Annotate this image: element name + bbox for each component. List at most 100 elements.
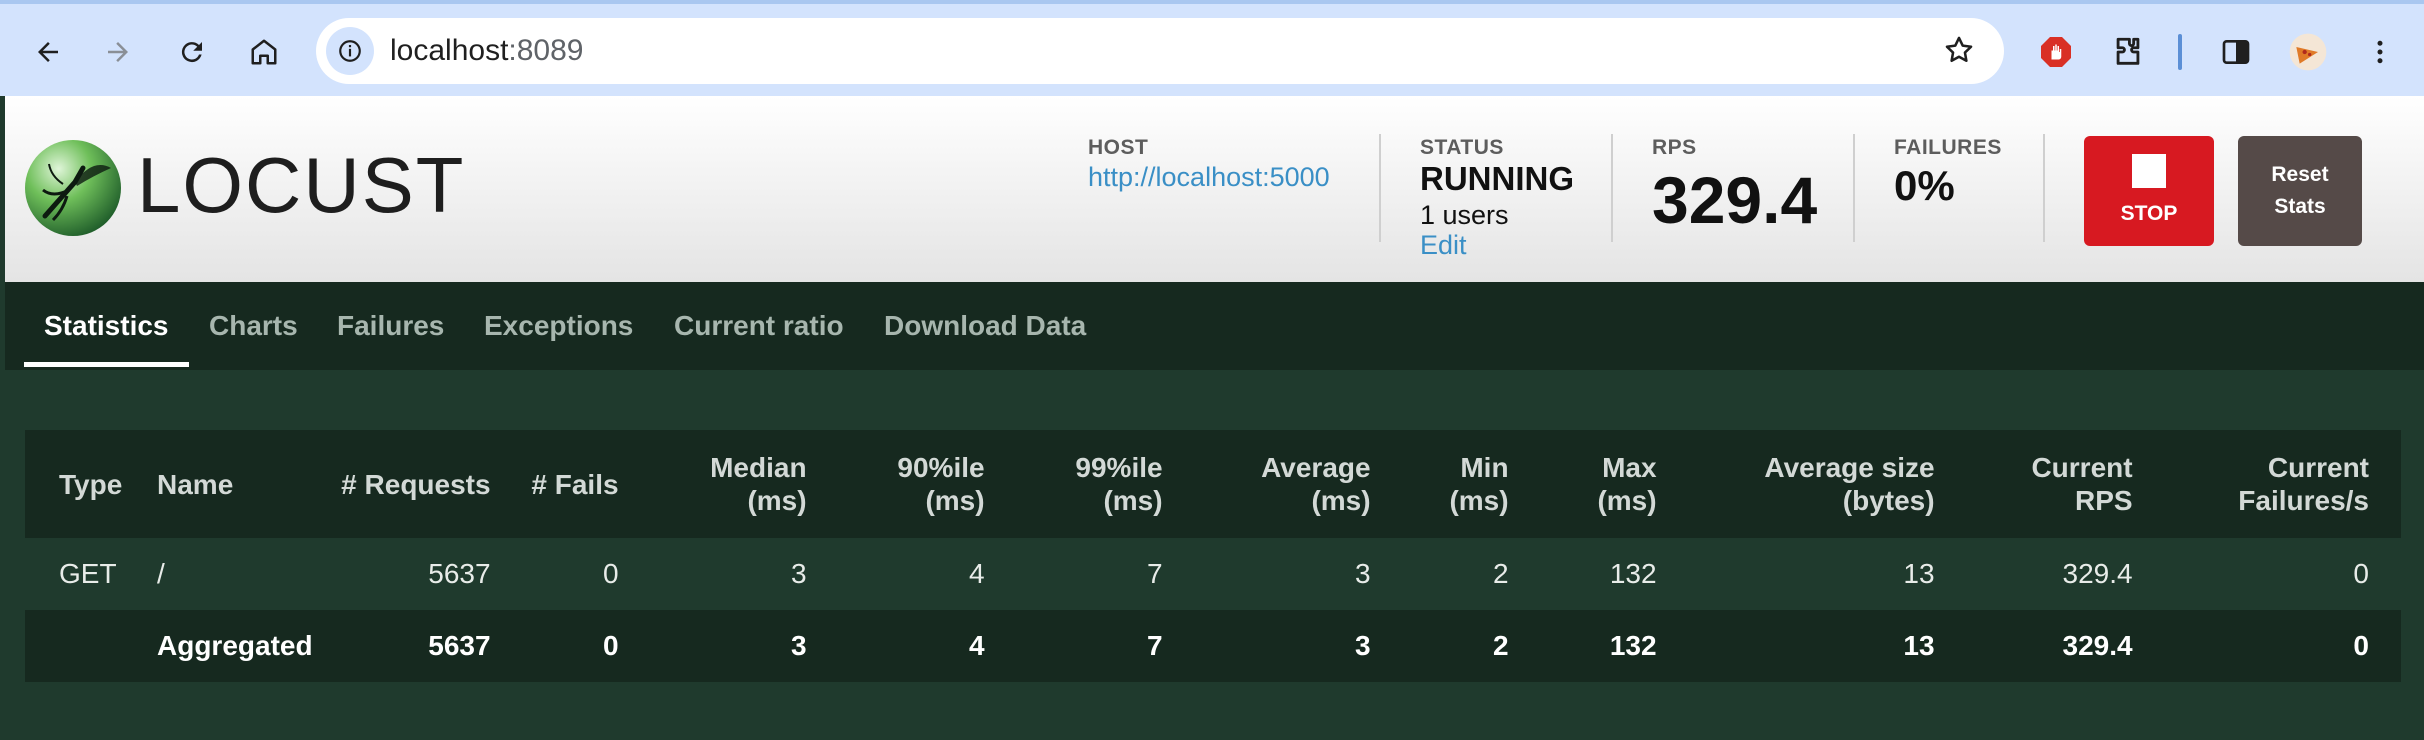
tab-bar: Statistics Charts Failures Exceptions Cu… xyxy=(5,282,2424,370)
reset-stats-label: Reset Stats xyxy=(2271,159,2328,223)
col-header-min-line1: Min xyxy=(1460,452,1509,483)
cell-min: 2 xyxy=(1384,538,1523,610)
locust-logo-icon xyxy=(23,138,123,243)
site-info-icon[interactable] xyxy=(326,27,374,75)
cell-median: 3 xyxy=(632,610,821,682)
cell-average-size: 13 xyxy=(1670,610,1949,682)
cell-max: 132 xyxy=(1522,610,1671,682)
url-text[interactable]: localhost:8089 xyxy=(390,34,583,68)
extensions-puzzle-icon[interactable] xyxy=(2100,24,2156,80)
table-header-row: Type Name # Requests # Fails Median (ms) … xyxy=(25,430,2401,538)
host-link[interactable]: http://localhost:5000 xyxy=(1088,162,1330,193)
tab-failures[interactable]: Failures xyxy=(337,310,444,342)
col-header-90ile[interactable]: 90%ile (ms) xyxy=(820,430,999,538)
tab-exceptions[interactable]: Exceptions xyxy=(484,310,633,342)
side-panel-icon[interactable] xyxy=(2208,24,2264,80)
cell-fails: 0 xyxy=(504,538,633,610)
bookmark-star-icon[interactable] xyxy=(1942,33,1976,72)
address-bar[interactable]: localhost:8089 xyxy=(316,18,2004,84)
col-header-99ile-line2: (ms) xyxy=(1103,485,1163,516)
divider xyxy=(1379,134,1381,242)
col-header-current-rps[interactable]: Current RPS xyxy=(1948,430,2147,538)
edit-users-link[interactable]: Edit xyxy=(1420,230,1467,261)
cell-median: 3 xyxy=(632,538,821,610)
col-header-average-size[interactable]: Average size (bytes) xyxy=(1670,430,1949,538)
cell-current-rps: 329.4 xyxy=(1948,610,2147,682)
cell-requests: 5637 xyxy=(326,538,505,610)
statistics-table: Type Name # Requests # Fails Median (ms) … xyxy=(25,430,2401,682)
url-port: :8089 xyxy=(508,34,584,67)
tab-current-ratio[interactable]: Current ratio xyxy=(674,310,844,342)
cell-type: GET xyxy=(25,538,143,610)
forward-icon[interactable] xyxy=(90,24,146,80)
col-header-max-line2: (ms) xyxy=(1597,485,1657,516)
col-header-99ile-line1: 99%ile xyxy=(1075,452,1163,483)
browser-toolbar: localhost:8089 xyxy=(0,0,2424,96)
col-header-name[interactable]: Name xyxy=(143,430,327,538)
tab-charts[interactable]: Charts xyxy=(209,310,298,342)
cell-type xyxy=(25,610,143,682)
tab-statistics[interactable]: Statistics xyxy=(44,310,169,342)
reset-label-line1: Reset xyxy=(2271,163,2329,186)
col-header-average-line2: (ms) xyxy=(1311,485,1371,516)
profile-avatar-icon[interactable] xyxy=(2280,24,2336,80)
back-icon[interactable] xyxy=(20,24,76,80)
cell-name: / xyxy=(143,538,327,610)
failures-value: 0% xyxy=(1894,162,1955,209)
url-host: localhost xyxy=(390,34,509,67)
reset-label-line2: Stats xyxy=(2274,195,2326,218)
stop-label: STOP xyxy=(2120,202,2178,225)
col-header-99ile[interactable]: 99%ile (ms) xyxy=(998,430,1177,538)
cell-current-rps: 329.4 xyxy=(1948,538,2147,610)
statistics-panel: Type Name # Requests # Fails Median (ms) … xyxy=(5,370,2424,740)
logo-text: LOCUST xyxy=(137,141,466,229)
table-row: GET / 5637 0 3 4 7 3 2 132 13 329.4 0 xyxy=(25,538,2401,610)
col-header-median-line1: Median xyxy=(710,452,807,483)
browser-menu-icon[interactable] xyxy=(2352,24,2408,80)
status-label: STATUS xyxy=(1420,136,1504,159)
active-tab-indicator xyxy=(24,362,189,367)
divider xyxy=(1611,134,1613,242)
col-header-max[interactable]: Max (ms) xyxy=(1522,430,1671,538)
col-header-average-size-line2: (bytes) xyxy=(1842,485,1935,516)
col-header-requests[interactable]: # Requests xyxy=(326,430,505,538)
app-header: LOCUST HOST http://localhost:5000 STATUS… xyxy=(5,96,2424,282)
col-header-current-failures-line2: Failures/s xyxy=(2238,485,2369,516)
col-header-current-failures[interactable]: Current Failures/s xyxy=(2146,430,2401,538)
cell-current-failures: 0 xyxy=(2146,610,2401,682)
stop-icon xyxy=(2132,154,2166,188)
col-header-type-label: Type xyxy=(59,468,123,500)
home-icon[interactable] xyxy=(236,24,292,80)
host-label: HOST xyxy=(1088,136,1149,159)
cell-max: 132 xyxy=(1522,538,1671,610)
col-header-max-line1: Max xyxy=(1602,452,1657,483)
col-header-min-line2: (ms) xyxy=(1449,485,1509,516)
col-header-average-line1: Average xyxy=(1261,452,1371,483)
cell-90ile: 4 xyxy=(820,610,999,682)
col-header-fails[interactable]: # Fails xyxy=(504,430,633,538)
col-header-90ile-line2: (ms) xyxy=(925,485,985,516)
col-header-current-rps-line1: Current xyxy=(2031,452,2133,483)
cell-min: 2 xyxy=(1384,610,1523,682)
col-header-median[interactable]: Median (ms) xyxy=(632,430,821,538)
cell-90ile: 4 xyxy=(820,538,999,610)
cell-fails: 0 xyxy=(504,610,633,682)
stop-button[interactable]: STOP xyxy=(2084,136,2214,246)
table-row-aggregated: Aggregated 5637 0 3 4 7 3 2 132 13 329.4… xyxy=(25,610,2401,682)
cell-name: Aggregated xyxy=(143,610,327,682)
reload-icon[interactable] xyxy=(164,24,220,80)
tab-download-data[interactable]: Download Data xyxy=(884,310,1086,342)
col-header-min[interactable]: Min (ms) xyxy=(1384,430,1523,538)
rps-value: 329.4 xyxy=(1652,163,1818,237)
divider xyxy=(2043,134,2045,242)
col-header-average[interactable]: Average (ms) xyxy=(1176,430,1385,538)
divider xyxy=(1853,134,1855,242)
cell-current-failures: 0 xyxy=(2146,538,2401,610)
users-value: 1 users xyxy=(1420,200,1509,230)
failures-label: FAILURES xyxy=(1894,136,2002,159)
col-header-type[interactable]: Type xyxy=(25,430,143,538)
reset-stats-button[interactable]: Reset Stats xyxy=(2238,136,2362,246)
cell-99ile: 7 xyxy=(998,610,1177,682)
rps-label: RPS xyxy=(1652,136,1697,159)
adblock-extension-icon[interactable] xyxy=(2028,24,2084,80)
